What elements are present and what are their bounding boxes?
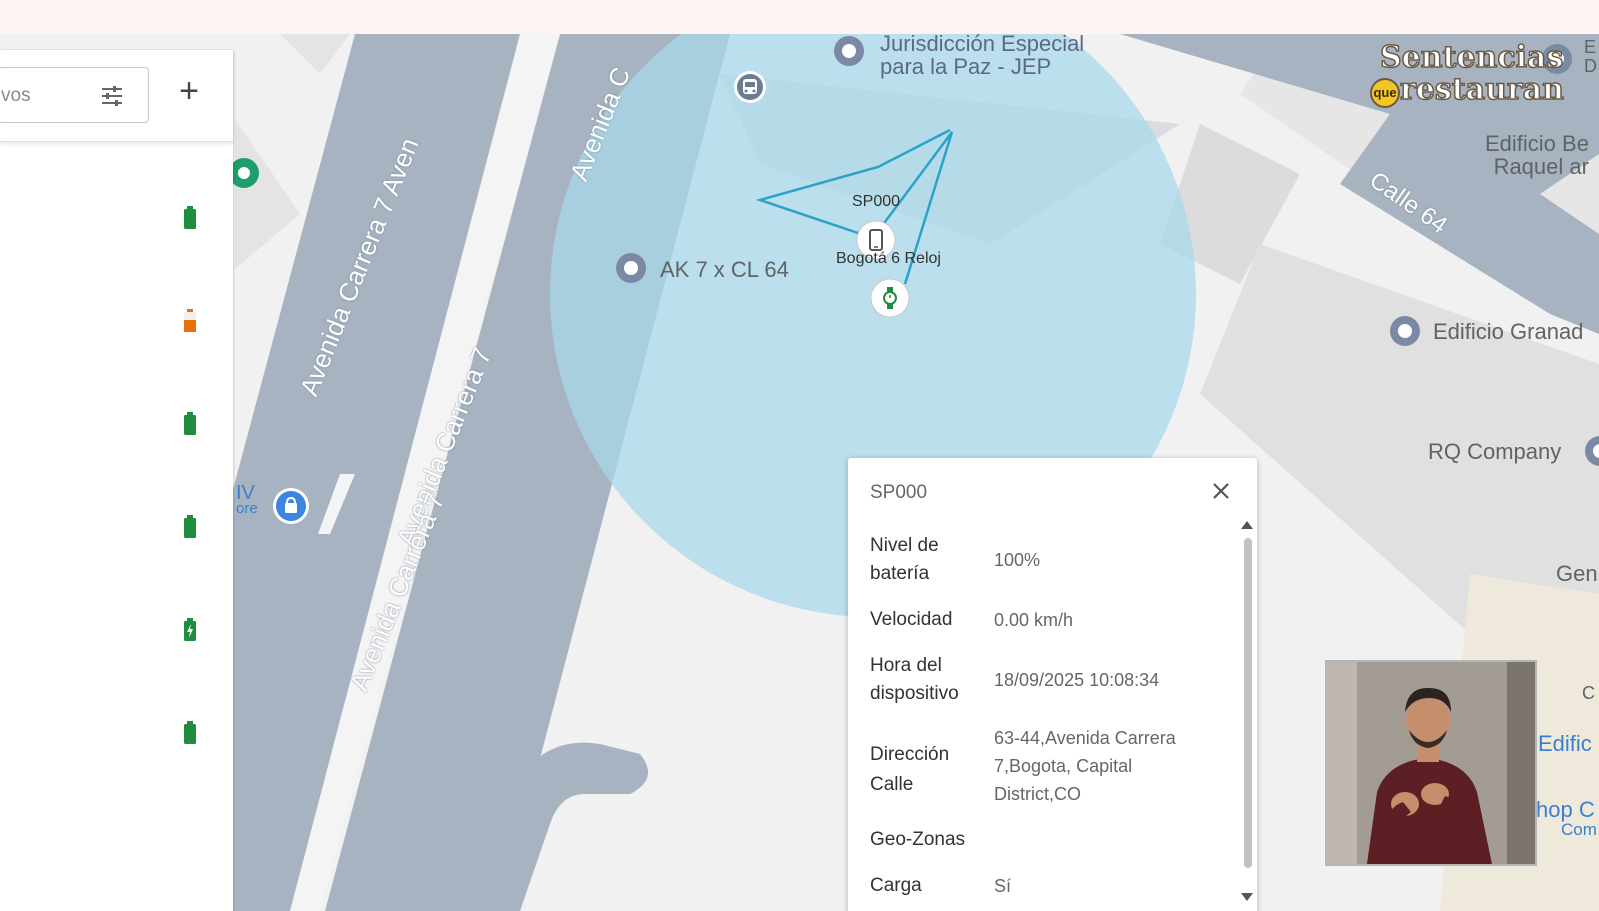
park-pin-icon[interactable]	[232, 156, 266, 190]
place-label-jep[interactable]: Jurisdicción Especial para la Paz - JEP	[880, 34, 1084, 78]
broadcast-watermark-logo: Sentencias que restauran	[1370, 39, 1565, 110]
top-bar	[0, 0, 1599, 34]
place-label-c: C	[1582, 683, 1595, 703]
place-label-edificio-granada[interactable]: Edificio Granad	[1433, 320, 1583, 343]
row-key-geofences: Geo-Zonas	[870, 829, 966, 850]
device-info-popup: SP000 Nivel de batería 100% Velocidad 0.…	[848, 458, 1257, 911]
battery-icon	[184, 412, 196, 435]
place-label-hop: hop C Com	[1536, 797, 1597, 840]
battery-icon	[184, 309, 196, 332]
place-label-ak7[interactable]: AK 7 x CL 64	[660, 258, 789, 281]
scroll-up-arrow[interactable]	[1240, 520, 1254, 530]
add-device-button[interactable]: +	[172, 74, 206, 110]
bus-stop-icon[interactable]	[733, 70, 767, 104]
popup-title: SP000	[870, 482, 928, 503]
battery-icon	[184, 515, 196, 538]
place-label-rq-company[interactable]: RQ Company	[1428, 440, 1561, 463]
interpreter-figure	[1327, 662, 1535, 864]
sidebar-search-row: vos +	[0, 50, 233, 142]
place-pin-ak7[interactable]	[614, 251, 648, 285]
device-label-name: SP000	[852, 193, 901, 210]
device-search-input[interactable]: vos	[0, 67, 149, 123]
row-key-charging: Carga	[870, 875, 922, 896]
row-key-speed: Velocidad	[870, 609, 953, 630]
row-value-charging: Sí	[994, 876, 1012, 896]
device-sidebar: vos +	[0, 50, 233, 911]
row-key-battery: Nivel de batería	[870, 535, 939, 584]
place-label-edificio-be[interactable]: Edificio Be Raquel ar	[1485, 132, 1589, 178]
watermark-badge: que	[1370, 78, 1400, 108]
device-label-caption: Bogotá 6 Reloj	[836, 250, 941, 267]
search-input-text: vos	[1, 85, 31, 106]
row-key-device-time: Hora del dispositivo	[870, 655, 959, 704]
place-label-e: E D	[1584, 37, 1597, 76]
popup-scrollbar[interactable]	[1244, 538, 1252, 868]
row-value-battery: 100%	[994, 550, 1041, 570]
close-icon[interactable]	[1208, 478, 1234, 504]
row-value-speed: 0.00 km/h	[994, 610, 1074, 630]
place-label-gen: Gen	[1556, 561, 1598, 586]
place-pin-edificio-granada[interactable]	[1388, 314, 1422, 348]
row-value-address: 63-44,Avenida Carrera 7,Bogota, Capital …	[994, 728, 1176, 804]
shopping-bag-icon[interactable]	[271, 486, 311, 526]
battery-icon	[184, 721, 196, 744]
battery-icon	[184, 206, 196, 229]
tune-icon[interactable]	[99, 83, 125, 109]
row-value-device-time: 18/09/2025 10:08:34	[994, 670, 1160, 690]
place-label-edific: Edific	[1538, 731, 1592, 756]
watch-device-icon[interactable]	[870, 278, 910, 318]
place-pin-jep[interactable]	[832, 34, 866, 68]
place-label-iv: IV ore	[236, 482, 258, 517]
sign-language-interpreter-video	[1325, 660, 1537, 866]
place-pin-rq-company[interactable]	[1583, 434, 1599, 468]
battery-charging-icon	[184, 618, 196, 641]
row-key-address: Dirección Calle	[870, 744, 950, 795]
scroll-down-arrow[interactable]	[1240, 892, 1254, 902]
